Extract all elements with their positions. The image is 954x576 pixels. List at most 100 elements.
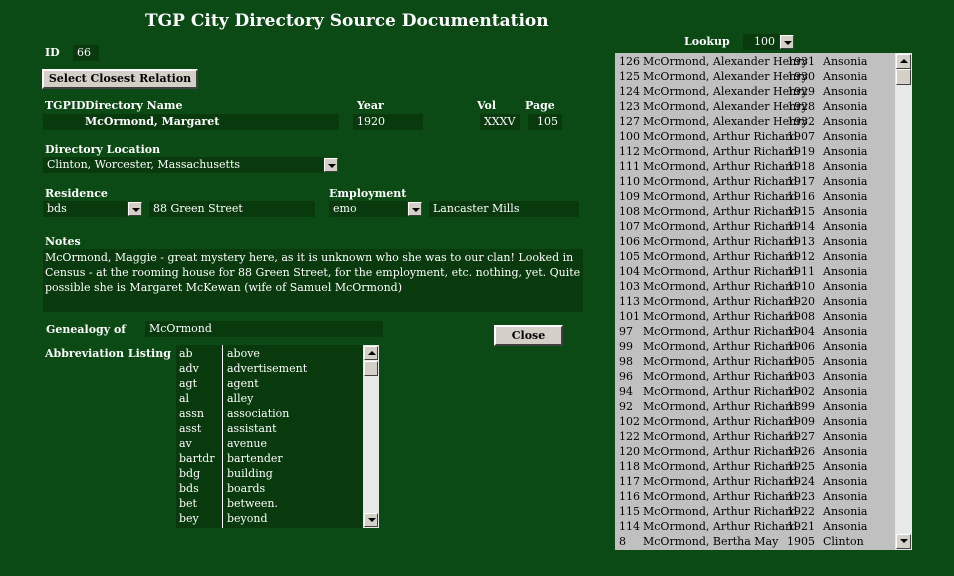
- lookup-row-name: McOrmond, Arthur Richard: [643, 235, 798, 248]
- location-dropdown-arrow-icon[interactable]: [324, 158, 338, 172]
- lookup-row[interactable]: 103 McOrmond, Arthur Richard 1910 Ansonia: [615, 279, 895, 294]
- lookup-row[interactable]: 111 McOrmond, Arthur Richard 1918 Ansonia: [615, 159, 895, 174]
- lookup-row[interactable]: 118 McOrmond, Arthur Richard 1925 Ansonia: [615, 459, 895, 474]
- lookup-row[interactable]: 101 McOrmond, Arthur Richard 1908 Ansonia: [615, 309, 895, 324]
- lookup-row[interactable]: 105 McOrmond, Arthur Richard 1912 Ansonia: [615, 249, 895, 264]
- lookup-row-place: Clinton: [823, 535, 864, 548]
- residence-address-field[interactable]: 88 Green Street: [149, 201, 315, 217]
- lookup-row[interactable]: 115 McOrmond, Arthur Richard 1922 Ansonia: [615, 504, 895, 519]
- lookup-row-year: 1914: [787, 220, 815, 233]
- lookup-row[interactable]: 123 McOrmond, Alexander Henry 1928 Ansonia: [615, 99, 895, 114]
- lookup-row-name: McOrmond, Bertha May: [643, 535, 779, 548]
- lookup-row[interactable]: 98 McOrmond, Arthur Richard 1905 Ansonia: [615, 354, 895, 369]
- lookup-row-id: 8: [619, 535, 626, 548]
- lookup-row[interactable]: 124 McOrmond, Alexander Henry 1929 Ansonia: [615, 84, 895, 99]
- abbreviation-code: adv: [179, 362, 199, 375]
- abbreviation-meaning: avenue: [227, 437, 267, 450]
- abbreviation-row[interactable]: asst assistant: [176, 421, 362, 436]
- lookup-row[interactable]: 113 McOrmond, Arthur Richard 1920 Ansonia: [615, 294, 895, 309]
- lookup-row-place: Ansonia: [823, 355, 868, 368]
- select-closest-relation-button[interactable]: Select Closest Relation: [42, 69, 198, 89]
- lookup-row[interactable]: 125 McOrmond, Alexander Henry 1930 Ansonia: [615, 69, 895, 84]
- abbreviation-row[interactable]: bey beyond: [176, 511, 362, 526]
- abbreviation-row[interactable]: ab above: [176, 346, 362, 361]
- lookup-row-id: 111: [619, 160, 640, 173]
- tgpid-field[interactable]: [43, 114, 81, 130]
- lookup-row[interactable]: 127 McOrmond, Alexander Henry 1932 Ansonia: [615, 114, 895, 129]
- lookup-row-id: 96: [619, 370, 633, 383]
- genealogy-field[interactable]: McOrmond: [145, 321, 383, 337]
- abbreviation-list[interactable]: ab above adv advertisement agt agent al alley as…: [176, 345, 379, 528]
- vol-field[interactable]: XXXV: [480, 114, 520, 130]
- directory-name-field[interactable]: McOrmond, Margaret: [81, 114, 339, 130]
- lookup-scroll-thumb[interactable]: [896, 69, 911, 85]
- abbreviation-row[interactable]: bet between.: [176, 496, 362, 511]
- abbreviation-scroll-thumb[interactable]: [364, 361, 378, 376]
- notes-textarea[interactable]: McOrmond, Maggie - great mystery here, a…: [43, 249, 583, 312]
- lookup-row[interactable]: 104 McOrmond, Arthur Richard 1911 Ansonia: [615, 264, 895, 279]
- lookup-row[interactable]: 112 McOrmond, Arthur Richard 1919 Ansonia: [615, 144, 895, 159]
- abbreviation-row[interactable]: agt agent: [176, 376, 362, 391]
- lookup-row[interactable]: 114 McOrmond, Arthur Richard 1921 Ansonia: [615, 519, 895, 534]
- lookup-scroll-up-icon[interactable]: [896, 54, 911, 69]
- employment-dropdown-arrow-icon[interactable]: [408, 202, 422, 216]
- lookup-row[interactable]: 102 McOrmond, Arthur Richard 1909 Ansonia: [615, 414, 895, 429]
- lookup-row-id: 103: [619, 280, 640, 293]
- lookup-row[interactable]: 107 McOrmond, Arthur Richard 1914 Ansonia: [615, 219, 895, 234]
- lookup-row[interactable]: 120 McOrmond, Arthur Richard 1926 Ansonia: [615, 444, 895, 459]
- lookup-row[interactable]: 96 McOrmond, Arthur Richard 1903 Ansonia: [615, 369, 895, 384]
- lookup-row[interactable]: 100 McOrmond, Arthur Richard 1907 Ansonia: [615, 129, 895, 144]
- lookup-select[interactable]: 100: [743, 34, 779, 50]
- lookup-row[interactable]: 126 McOrmond, Alexander Henry 1931 Ansonia: [615, 54, 895, 69]
- lookup-row-id: 124: [619, 85, 640, 98]
- notes-label: Notes: [45, 235, 81, 248]
- lookup-row-year: 1928: [787, 100, 815, 113]
- lookup-row[interactable]: 116 McOrmond, Arthur Richard 1923 Ansonia: [615, 489, 895, 504]
- lookup-row-place: Ansonia: [823, 325, 868, 338]
- abbreviation-row[interactable]: bartdr bartender: [176, 451, 362, 466]
- lookup-row[interactable]: 122 McOrmond, Arthur Richard 1927 Ansonia: [615, 429, 895, 444]
- lookup-row-year: 1913: [787, 235, 815, 248]
- lookup-row-year: 1912: [787, 250, 815, 263]
- lookup-scrollbar[interactable]: [895, 53, 912, 550]
- lookup-row-place: Ansonia: [823, 190, 868, 203]
- lookup-row[interactable]: 8 McOrmond, Bertha May 1905 Clinton: [615, 534, 895, 549]
- lookup-row[interactable]: 92 McOrmond, Arthur Richard 1899 Ansonia: [615, 399, 895, 414]
- abbreviation-row[interactable]: al alley: [176, 391, 362, 406]
- lookup-row-place: Ansonia: [823, 70, 868, 83]
- abbreviation-scroll-up-icon[interactable]: [364, 346, 378, 360]
- lookup-row[interactable]: 110 McOrmond, Arthur Richard 1917 Ansonia: [615, 174, 895, 189]
- abbreviation-row[interactable]: adv advertisement: [176, 361, 362, 376]
- lookup-row-id: 98: [619, 355, 633, 368]
- lookup-row-year: 1932: [787, 115, 815, 128]
- lookup-row[interactable]: 117 McOrmond, Arthur Richard 1924 Ansonia: [615, 474, 895, 489]
- lookup-row[interactable]: 109 McOrmond, Arthur Richard 1916 Ansonia: [615, 189, 895, 204]
- abbreviation-scroll-down-icon[interactable]: [364, 513, 378, 527]
- lookup-list[interactable]: 126 McOrmond, Alexander Henry 1931 Ansonia 1…: [615, 53, 912, 550]
- lookup-dropdown-arrow-icon[interactable]: [780, 35, 794, 49]
- residence-dropdown-arrow-icon[interactable]: [128, 202, 142, 216]
- employer-field[interactable]: Lancaster Mills: [429, 201, 579, 217]
- page-field[interactable]: 105: [528, 114, 562, 130]
- lookup-row-year: 1920: [787, 295, 815, 308]
- lookup-row[interactable]: 108 McOrmond, Arthur Richard 1915 Ansonia: [615, 204, 895, 219]
- lookup-row-year: 1918: [787, 160, 815, 173]
- lookup-scroll-down-icon[interactable]: [896, 534, 911, 549]
- lookup-row-year: 1909: [787, 415, 815, 428]
- abbreviation-row[interactable]: assn association: [176, 406, 362, 421]
- year-field[interactable]: 1920: [353, 114, 423, 130]
- abbreviation-row[interactable]: av avenue: [176, 436, 362, 451]
- lookup-row[interactable]: 97 McOrmond, Arthur Richard 1904 Ansonia: [615, 324, 895, 339]
- lookup-row-name: McOrmond, Alexander Henry: [643, 100, 808, 113]
- directory-location-select[interactable]: Clinton, Worcester, Massachusetts: [43, 157, 324, 173]
- lookup-row[interactable]: 99 McOrmond, Arthur Richard 1906 Ansonia: [615, 339, 895, 354]
- id-field[interactable]: 66: [73, 45, 99, 61]
- lookup-row-place: Ansonia: [823, 400, 868, 413]
- employment-type-select[interactable]: emo: [329, 201, 407, 217]
- lookup-row[interactable]: 106 McOrmond, Arthur Richard 1913 Ansonia: [615, 234, 895, 249]
- residence-type-select[interactable]: bds: [43, 201, 127, 217]
- abbreviation-row[interactable]: bdg building: [176, 466, 362, 481]
- lookup-row[interactable]: 94 McOrmond, Arthur Richard 1902 Ansonia: [615, 384, 895, 399]
- abbreviation-row[interactable]: bds boards: [176, 481, 362, 496]
- close-button[interactable]: Close: [494, 325, 563, 346]
